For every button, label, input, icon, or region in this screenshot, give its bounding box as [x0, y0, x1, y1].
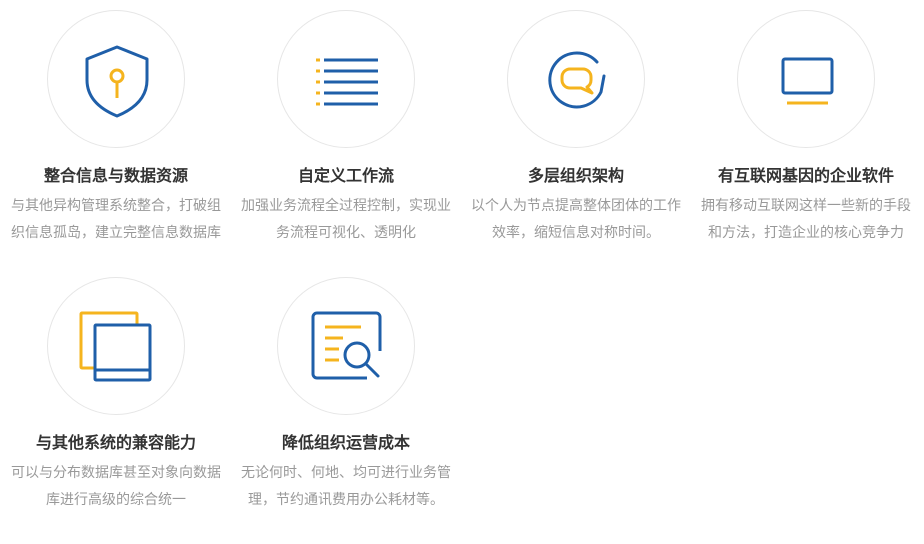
feature-item: 与其他系统的兼容能力 可以与分布数据库甚至对象向数据库进行高级的综合统一: [1, 277, 231, 544]
feature-description: 无论何时、何地、均可进行业务管理，节约通讯费用办公耗材等。: [241, 464, 451, 507]
feature-description: 拥有移动互联网这样一些新的手段和方法，打造企业的核心竞争力: [701, 197, 911, 240]
feature-item: 自定义工作流 加强业务流程全过程控制，实现业务流程可视化、透明化: [231, 10, 461, 277]
feature-description: 与其他异构管理系统整合，打破组织信息孤岛，建立完整信息数据库: [11, 197, 221, 240]
feature-item: 有互联网基因的企业软件 拥有移动互联网这样一些新的手段和方法，打造企业的核心竞争…: [691, 10, 921, 277]
feature-icon-circle: [277, 10, 415, 148]
feature-description: 可以与分布数据库甚至对象向数据库进行高级的综合统一: [11, 464, 221, 507]
feature-title: 多层组织架构: [527, 168, 624, 185]
monitor-icon: [781, 57, 834, 105]
feature-icon-circle: [737, 10, 875, 148]
feature-title: 与其他系统的兼容能力: [35, 435, 196, 452]
feature-title: 自定义工作流: [297, 168, 394, 185]
feature-icon-circle: [47, 277, 185, 415]
feature-title: 有互联网基因的企业软件: [717, 168, 894, 185]
feature-title: 降低组织运营成本: [281, 435, 410, 452]
layers-icon: [79, 311, 152, 382]
feature-item: 整合信息与数据资源 与其他异构管理系统整合，打破组织信息孤岛，建立完整信息数据库: [1, 10, 231, 277]
feature-item: 降低组织运营成本 无论何时、何地、均可进行业务管理，节约通讯费用办公耗材等。: [231, 277, 461, 544]
at-chat-icon: [548, 51, 606, 109]
shield-icon: [85, 45, 149, 118]
list-icon: [316, 58, 378, 106]
feature-icon-circle: [47, 10, 185, 148]
feature-description: 以个人为节点提高整体团体的工作效率，缩短信息对称时间。: [471, 197, 681, 240]
feature-icon-circle: [277, 277, 415, 415]
document-search-icon: [311, 311, 382, 380]
feature-grid: 整合信息与数据资源 与其他异构管理系统整合，打破组织信息孤岛，建立完整信息数据库…: [0, 0, 924, 544]
feature-icon-circle: [507, 10, 645, 148]
feature-item: 多层组织架构 以个人为节点提高整体团体的工作效率，缩短信息对称时间。: [461, 10, 691, 277]
feature-description: 加强业务流程全过程控制，实现业务流程可视化、透明化: [241, 197, 451, 240]
feature-title: 整合信息与数据资源: [43, 168, 188, 185]
